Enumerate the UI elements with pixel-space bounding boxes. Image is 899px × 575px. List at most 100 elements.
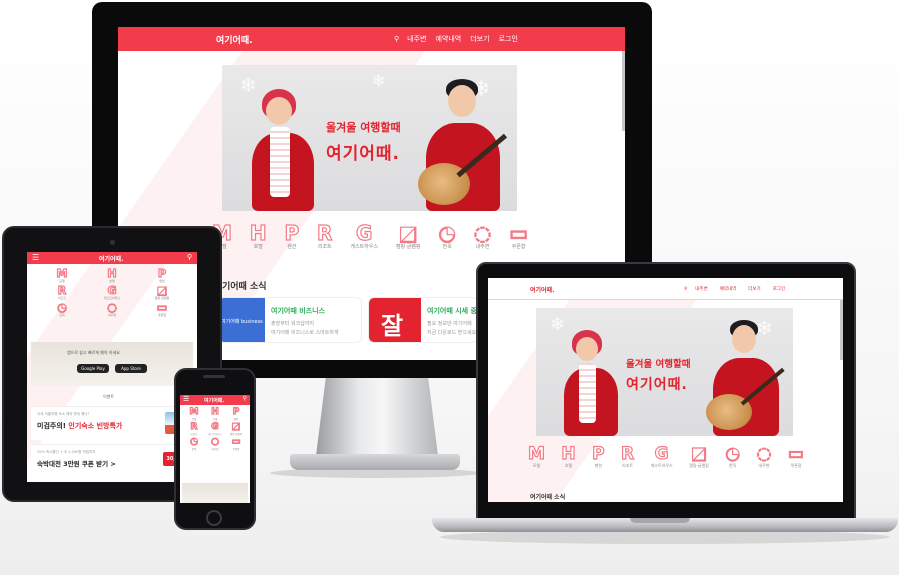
logo[interactable]: 여기어때.: [530, 285, 554, 294]
scrollbar[interactable]: [840, 300, 843, 360]
card-title: 여기어때 시세 중: [427, 307, 477, 315]
category-resort[interactable]: R 리조트: [316, 222, 333, 250]
category-hotel[interactable]: H 호텔: [249, 222, 267, 250]
news-section-title: 기어때 소식: [222, 282, 267, 292]
laptop-notch: [630, 518, 690, 523]
category-grid: M 모텔 H 호텔 P 펜션 R 리조트 G 게스트하우스 ◩ 캠핑·글램핑 ◔ 한옥 ◌ 내주…: [184, 407, 246, 451]
promo-banner-deal[interactable]: 이제 겨울여행 숙소 예약 준비 됐나? 미검주의! 인기숙소 빈방특가: [31, 406, 193, 440]
category-guesthouse[interactable]: G 게스트하우스: [651, 445, 673, 469]
category-resort[interactable]: R 리조트: [37, 284, 87, 300]
category-motel[interactable]: M모텔: [184, 407, 204, 421]
category-coupon[interactable]: ▭ 쿠폰함: [787, 445, 804, 469]
tablet-camera: [110, 240, 115, 245]
category-nearby[interactable]: ◌ 내주변: [756, 445, 772, 469]
top-navbar: 여기어때. ⚲ 내주변 예약내역 더보기 로그인: [488, 278, 843, 300]
nav-link-more[interactable]: 더보기: [470, 34, 489, 44]
events-label: 이벤트: [103, 394, 115, 399]
phone-speaker: [203, 375, 225, 378]
app-download-banner[interactable]: 앱으로 쉽고 빠르게 예약 하세요 Google Play App Store: [31, 342, 193, 386]
category-coupon[interactable]: ▭ 쿠폰함: [226, 437, 246, 451]
category-nearby[interactable]: ◌ 내주변: [473, 222, 492, 250]
card-line: 필요 정보만 여기어때: [427, 321, 472, 327]
news-card-business[interactable]: 여기어때 business 여기어때 비즈니스 출장부터 워크샵까지 여기어때 …: [218, 297, 362, 343]
search-icon[interactable]: ⚲: [243, 395, 247, 402]
category-grid: M 모텔 H 호텔 P 펜션 R 리조트 G 게스트하우스 ◩ 캠핑·글램핑 ◔ 한옥 ◌ 내주…: [37, 267, 187, 317]
nav-link-nearby[interactable]: 내주변: [695, 286, 707, 292]
category-camping[interactable]: ◩ 캠핑·글램핑: [137, 284, 187, 300]
category-nearby[interactable]: ◌ 내주변: [87, 301, 137, 317]
category-coupon[interactable]: ▭ 쿠폰함: [137, 301, 187, 317]
nav-link-more[interactable]: 더보기: [748, 286, 760, 292]
monitor-stand: [316, 378, 438, 456]
category-nearby[interactable]: ◌ 내주변: [205, 437, 225, 451]
scrollbar[interactable]: [622, 51, 625, 131]
logo[interactable]: 여기어때.: [99, 254, 123, 263]
app-download-banner[interactable]: [182, 483, 248, 503]
category-pension[interactable]: P 펜션: [591, 445, 605, 469]
laptop-shadow: [440, 530, 890, 544]
category-hanok[interactable]: ◔ 한옥: [184, 437, 204, 451]
top-navbar: ☰ 여기어때. ⚲: [27, 252, 197, 264]
menu-icon[interactable]: ☰: [183, 395, 189, 403]
snowflake-icon: ❄: [372, 71, 386, 90]
card-title: 여기어때 비즈니스: [271, 307, 325, 315]
top-navbar: ☰ 여기어때. ⚲: [180, 395, 250, 405]
nav-link-login[interactable]: 로그인: [773, 286, 785, 292]
category-pension[interactable]: P 펜션: [137, 267, 187, 283]
hero-banner[interactable]: ❄ ❄ ❄ 올겨울 여행할때 여기어때.: [222, 65, 517, 211]
app-store-button[interactable]: App Store: [115, 364, 147, 373]
search-icon[interactable]: ⚲: [187, 253, 192, 261]
category-pension[interactable]: P 펜션: [226, 407, 246, 421]
nav-link-login[interactable]: 로그인: [499, 34, 518, 44]
category-guesthouse[interactable]: G 게스트하우스: [350, 222, 378, 250]
nav-link-nearby[interactable]: 내주변: [407, 34, 426, 44]
tablet-site: ☰ 여기어때. ⚲ M 모텔 H 호텔 P 펜션 R 리조트 G 게스트하우스 ◩ 캠핑·글…: [27, 252, 197, 482]
logo[interactable]: 여기어때.: [204, 397, 224, 404]
category-hotel[interactable]: H 호텔: [561, 445, 576, 469]
app-banner-text: 앱으로 쉽고 빠르게 예약 하세요: [67, 350, 120, 355]
logo[interactable]: 여기어때.: [216, 33, 253, 46]
promo-small-text: 20% 즉시할인 + 쿠 1,000원 적립까지: [37, 450, 96, 454]
category-row: M모텔 H호텔 P펜션 R리조트 G게스트하우스 ◩캠핑·글램핑 ◔한옥 ◌내주…: [211, 222, 528, 250]
category-pension[interactable]: P 펜션: [284, 222, 300, 250]
promo-banner-coupon[interactable]: 20% 즉시할인 + 쿠 1,000원 적립까지 숙박대전 3만원 쿠폰 받기 …: [31, 444, 193, 474]
promo-headline: 숙박대전 3만원 쿠폰 받기 >: [37, 460, 116, 468]
nav-link-reservations[interactable]: 예약내역: [435, 34, 461, 44]
woman-figure: [562, 330, 622, 436]
category-coupon[interactable]: ▭ 쿠폰함: [508, 222, 528, 250]
category-hanok[interactable]: ◔ 한옥: [37, 301, 87, 317]
card-line: 여기어때 비즈니스로 스마트하게: [271, 330, 339, 336]
hero-banner[interactable]: ❄ ❄ 올겨울 여행할때 여기어때.: [536, 308, 793, 436]
card-line: 출장부터 워크샵까지: [271, 321, 314, 327]
search-icon[interactable]: ⚲: [394, 35, 399, 43]
nav-link-reservations[interactable]: 예약내역: [720, 286, 737, 292]
category-guesthouse[interactable]: G 게스트하우스: [87, 284, 137, 300]
category-motel[interactable]: M모텔: [527, 445, 545, 469]
category-motel[interactable]: M모텔: [37, 267, 87, 283]
category-hanok[interactable]: ◔ 한옥: [725, 445, 741, 469]
category-row: M모텔 H호텔 P펜션 R리조트 G게스트하우스 ◩캠핑·글램핑 ◔한옥 ◌내주…: [527, 445, 804, 469]
category-resort[interactable]: R 리조트: [620, 445, 634, 469]
category-hotel[interactable]: H 호텔: [87, 267, 137, 283]
category-camping[interactable]: ◩ 캠핑·글램핑: [226, 422, 246, 436]
nav-links: ⚲ 내주변 예약내역 더보기 로그인: [684, 286, 785, 293]
google-play-button[interactable]: Google Play: [77, 364, 109, 373]
news-card-info[interactable]: 잘 여기어때 시세 중 필요 정보만 여기어때 지금 다운로드 받으세요: [368, 297, 478, 343]
card-thumbnail-text: 여기어때 business: [221, 319, 263, 325]
promo-headline: 미검주의! 인기숙소 빈방특가: [37, 422, 123, 430]
phone-home-button[interactable]: [206, 510, 222, 526]
woman-figure: [250, 89, 320, 211]
category-hotel[interactable]: H 호텔: [205, 407, 225, 421]
category-guesthouse[interactable]: G 게스트하우스: [205, 422, 225, 436]
monitor-stand-base: [290, 454, 460, 470]
news-section-title: 여기어때 소식: [530, 494, 566, 501]
category-camping[interactable]: ◩ 캠핑·글램핑: [689, 445, 709, 469]
category-resort[interactable]: R 리조트: [184, 422, 204, 436]
search-icon[interactable]: ⚲: [684, 287, 687, 292]
category-camping[interactable]: ◩ 캠핑·글램핑: [396, 222, 421, 250]
category-hanok[interactable]: ◔ 한옥: [438, 222, 457, 250]
menu-icon[interactable]: ☰: [32, 253, 39, 262]
laptop-site: 여기어때. ⚲ 내주변 예약내역 더보기 로그인 ❄ ❄ 올겨울 여행할때 여기…: [488, 278, 843, 502]
top-navbar: 여기어때. ⚲ 내주변 예약내역 더보기 로그인: [118, 27, 625, 51]
promo-small-text: 이제 겨울여행 숙소 예약 준비 됐나?: [37, 412, 90, 416]
